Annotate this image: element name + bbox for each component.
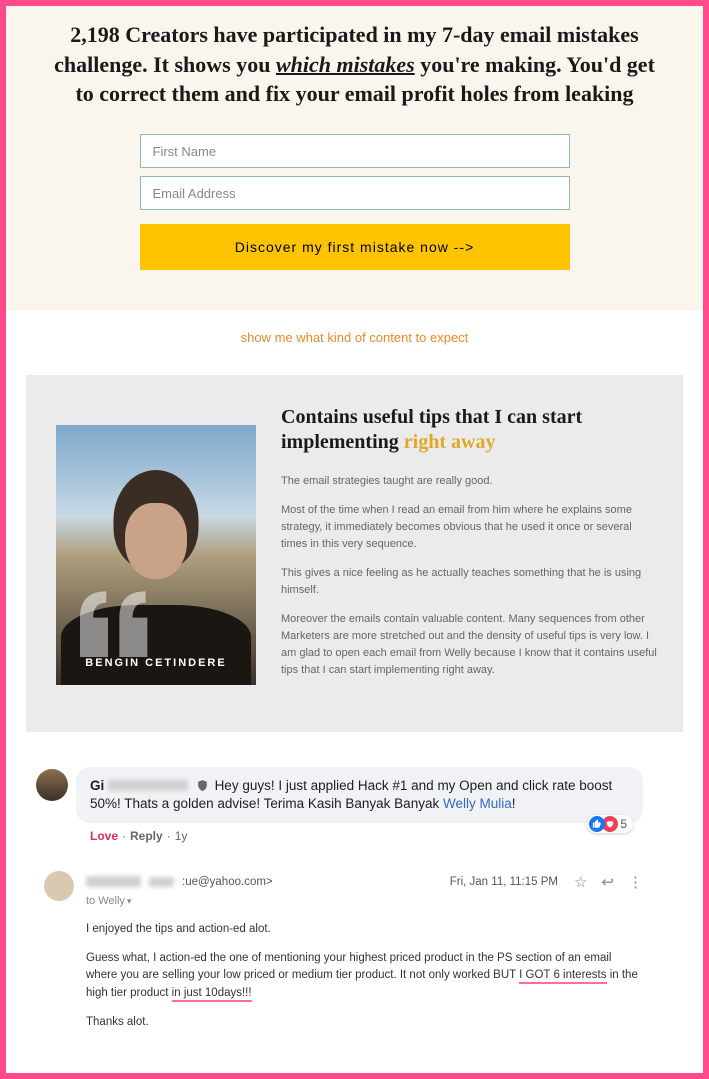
like-icon bbox=[589, 816, 605, 832]
testimonial-text-column: Contains useful tips that I can start im… bbox=[281, 405, 658, 691]
reply-action[interactable]: Reply bbox=[130, 829, 163, 843]
quote-icon bbox=[70, 587, 160, 657]
avatar bbox=[36, 769, 68, 801]
expect-content-link[interactable]: show me what kind of content to expect bbox=[6, 330, 703, 345]
first-name-field[interactable] bbox=[140, 134, 570, 168]
facebook-reactions[interactable]: 5 bbox=[587, 815, 633, 833]
love-action[interactable]: Love bbox=[90, 829, 118, 843]
comment-age: 1y bbox=[175, 829, 188, 843]
reply-icon[interactable]: ↩ bbox=[601, 873, 614, 891]
facebook-comment-text: Gi Hey guys! I just applied Hack #1 and … bbox=[90, 777, 629, 813]
facebook-comment: Gi Hey guys! I just applied Hack #1 and … bbox=[76, 767, 643, 823]
email-address: :ue@yahoo.com> bbox=[182, 876, 273, 888]
facebook-meta: Love·Reply·1y bbox=[90, 829, 643, 843]
testimonial-card: BENGIN CETINDERE Contains useful tips th… bbox=[26, 375, 683, 731]
facebook-comment-block: Gi Hey guys! I just applied Hack #1 and … bbox=[6, 757, 703, 858]
testimonial-heading: Contains useful tips that I can start im… bbox=[281, 405, 658, 455]
email-screenshot-block: :ue@yahoo.com> Fri, Jan 11, 11:15 PM ☆ ↩… bbox=[6, 858, 703, 1073]
email-body: I enjoyed the tips and action-ed alot. G… bbox=[86, 921, 643, 1031]
reaction-count: 5 bbox=[620, 817, 627, 831]
hero-section: 2,198 Creators have participated in my 7… bbox=[6, 6, 703, 310]
discover-button[interactable]: Discover my first mistake now --> bbox=[140, 224, 570, 270]
facebook-mention-link[interactable]: Welly Mulia bbox=[443, 796, 512, 811]
testimonial-photo: BENGIN CETINDERE bbox=[56, 425, 256, 685]
signup-form: Discover my first mistake now --> bbox=[140, 134, 570, 270]
email-header: :ue@yahoo.com> Fri, Jan 11, 11:15 PM ☆ ↩… bbox=[86, 873, 643, 891]
email-to-line: to Welly▾ bbox=[86, 895, 643, 907]
star-icon[interactable]: ☆ bbox=[574, 873, 587, 891]
more-icon[interactable]: ⋮ bbox=[628, 873, 643, 891]
hero-headline: 2,198 Creators have participated in my 7… bbox=[46, 20, 663, 109]
testimonial-author-name: BENGIN CETINDERE bbox=[56, 657, 256, 669]
chevron-down-icon[interactable]: ▾ bbox=[127, 896, 132, 906]
email-date: Fri, Jan 11, 11:15 PM bbox=[450, 876, 558, 888]
testimonial-section: BENGIN CETINDERE Contains useful tips th… bbox=[6, 375, 703, 756]
avatar bbox=[44, 871, 74, 901]
shield-icon bbox=[196, 779, 209, 792]
email-field[interactable] bbox=[140, 176, 570, 210]
testimonial-photo-column: BENGIN CETINDERE bbox=[56, 405, 256, 691]
testimonial-body: The email strategies taught are really g… bbox=[281, 473, 658, 679]
